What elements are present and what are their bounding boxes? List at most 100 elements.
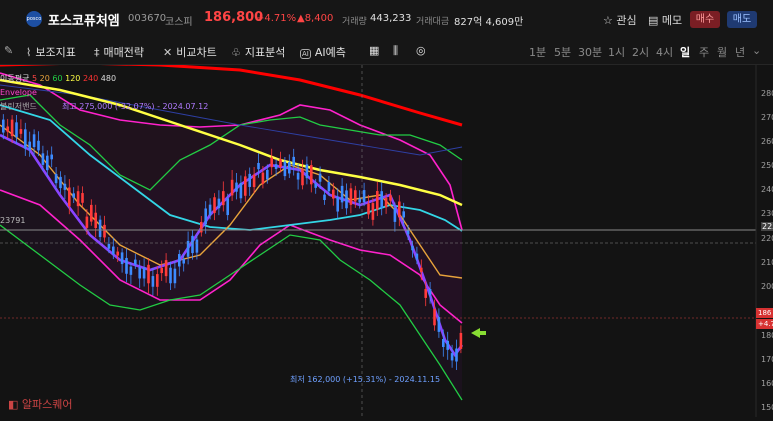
candle[interactable]	[81, 193, 84, 203]
candle[interactable]	[446, 340, 449, 350]
candle[interactable]	[314, 183, 317, 188]
candle[interactable]	[244, 176, 247, 196]
candle[interactable]	[200, 221, 203, 233]
memo-button[interactable]: ▤ 메모	[648, 12, 682, 28]
candle[interactable]	[367, 203, 370, 215]
candle[interactable]	[94, 212, 97, 229]
candle[interactable]	[288, 162, 291, 174]
candle[interactable]	[336, 196, 339, 212]
candle[interactable]	[428, 289, 432, 296]
candle[interactable]	[384, 197, 388, 208]
candle[interactable]	[420, 267, 423, 273]
chart-canvas[interactable]	[0, 61, 773, 417]
candle[interactable]	[195, 239, 199, 253]
candle[interactable]	[318, 173, 322, 182]
camera-icon[interactable]: ◎	[416, 44, 426, 57]
period-year[interactable]: 년	[735, 44, 745, 60]
watchlist-button[interactable]: ☆ 관심	[603, 12, 637, 28]
candle[interactable]	[274, 164, 278, 169]
candle[interactable]	[90, 204, 93, 222]
candle[interactable]	[116, 251, 119, 256]
candle[interactable]	[15, 122, 18, 138]
candle[interactable]	[59, 176, 62, 189]
candle[interactable]	[68, 187, 71, 207]
candle[interactable]	[301, 169, 304, 186]
sell-order-button[interactable]: 매도	[727, 11, 757, 28]
candle[interactable]	[252, 174, 256, 188]
candle[interactable]	[125, 257, 128, 274]
candle[interactable]	[305, 164, 309, 179]
candle[interactable]	[415, 253, 419, 260]
candle[interactable]	[310, 165, 313, 185]
candle[interactable]	[257, 162, 260, 170]
strategy-button[interactable]: ‡ 매매전략	[94, 44, 144, 60]
candle[interactable]	[213, 197, 216, 213]
candle[interactable]	[156, 274, 159, 287]
candle[interactable]	[217, 198, 221, 209]
candle[interactable]	[270, 157, 273, 168]
chevron-down-icon[interactable]: ⌄	[752, 44, 761, 57]
candle[interactable]	[442, 338, 445, 347]
candle[interactable]	[235, 182, 238, 192]
analysis-button[interactable]: ♧ 지표분석	[231, 44, 285, 60]
period-30min[interactable]: 30분	[578, 44, 602, 60]
candle[interactable]	[103, 224, 106, 238]
stock-name[interactable]: 포스코퓨처엠	[48, 10, 120, 29]
candle[interactable]	[151, 276, 155, 287]
candle[interactable]	[178, 254, 181, 267]
candle[interactable]	[450, 353, 454, 361]
candle[interactable]	[28, 141, 31, 151]
candle[interactable]	[345, 190, 348, 209]
candle[interactable]	[138, 267, 141, 279]
buy-order-button[interactable]: 매수	[690, 11, 720, 28]
period-day[interactable]: 일	[680, 44, 690, 60]
candle[interactable]	[266, 169, 269, 180]
candle[interactable]	[169, 267, 172, 284]
candle[interactable]	[437, 317, 441, 332]
candle[interactable]	[362, 190, 366, 203]
candle[interactable]	[19, 129, 23, 134]
candle[interactable]	[393, 207, 397, 222]
candle[interactable]	[46, 155, 49, 171]
candle[interactable]	[292, 156, 295, 166]
period-1min[interactable]: 1분	[529, 44, 546, 60]
period-5min[interactable]: 5분	[554, 44, 571, 60]
candle[interactable]	[72, 193, 75, 198]
candle[interactable]	[279, 159, 282, 168]
candle[interactable]	[411, 246, 414, 251]
chart-type-icon[interactable]: ▦	[369, 44, 379, 57]
candle[interactable]	[222, 191, 225, 206]
candle[interactable]	[248, 173, 251, 187]
candle[interactable]	[142, 267, 146, 279]
candle[interactable]	[160, 267, 163, 274]
candle[interactable]	[402, 211, 405, 218]
candle[interactable]	[85, 216, 89, 228]
candle[interactable]	[120, 252, 124, 265]
candle[interactable]	[107, 243, 111, 249]
candle[interactable]	[129, 266, 133, 275]
candle[interactable]	[354, 190, 357, 202]
candle[interactable]	[112, 246, 115, 255]
candle[interactable]	[455, 348, 458, 362]
candle[interactable]	[76, 191, 80, 207]
candle[interactable]	[182, 258, 185, 264]
candle[interactable]	[283, 161, 287, 177]
candle[interactable]	[191, 235, 194, 254]
candle[interactable]	[389, 195, 392, 201]
period-4hour[interactable]: 4시	[656, 44, 673, 60]
bollinger-legend[interactable]: 볼린저밴드	[0, 101, 37, 112]
candle[interactable]	[296, 172, 300, 180]
candle[interactable]	[32, 134, 36, 148]
candle[interactable]	[459, 332, 463, 349]
period-2hour[interactable]: 2시	[632, 44, 649, 60]
indicators-button[interactable]: ⌇ 보조지표	[26, 44, 76, 60]
compare-button[interactable]: ✕ 비교차트	[163, 44, 217, 60]
candle[interactable]	[41, 153, 45, 165]
candle[interactable]	[37, 140, 40, 151]
candle[interactable]	[24, 129, 27, 149]
candle[interactable]	[226, 198, 229, 216]
candle[interactable]	[63, 183, 67, 190]
candle[interactable]	[204, 208, 207, 225]
envelope-legend[interactable]: Envelope	[0, 88, 37, 97]
candle[interactable]	[50, 154, 53, 160]
